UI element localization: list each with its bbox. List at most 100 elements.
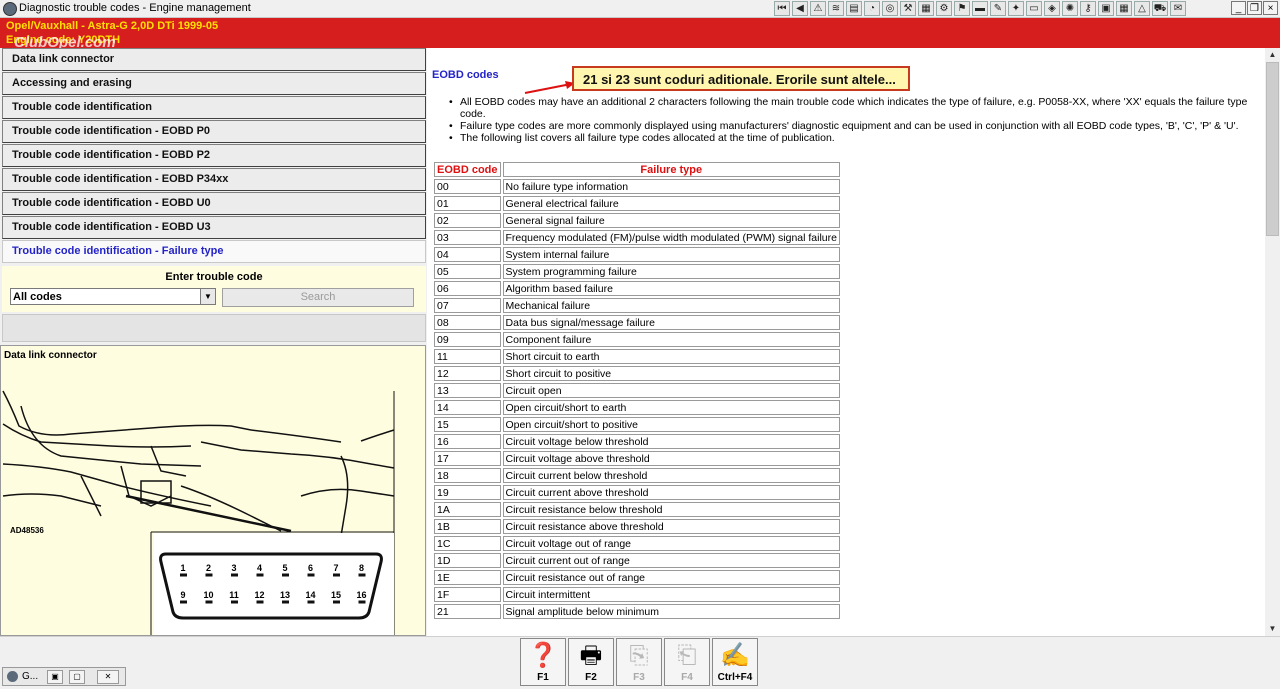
vehicle-info: Opel/Vauxhall - Astra-G 2,0D DTi 1999-05 [6, 20, 219, 32]
lamp-icon[interactable]: ✺ [1062, 1, 1078, 16]
table-row: 04 System internal failure [434, 247, 840, 262]
document-icon[interactable]: ▣ [1098, 1, 1114, 16]
pin-label: 3 [231, 563, 236, 573]
table-row: 00 No failure type information [434, 179, 840, 194]
vehicle-banner: Opel/Vauxhall - Astra-G 2,0D DTi 1999-05… [0, 18, 1280, 51]
pin-label: 4 [257, 563, 262, 573]
nav-item[interactable]: Data link connector [2, 48, 426, 71]
diagram-reference: AD48536 [10, 526, 44, 535]
book-icon[interactable]: ▤ [846, 1, 862, 16]
car-service-icon[interactable]: ◈ [1044, 1, 1060, 16]
cell-failure-type: Mechanical failure [502, 298, 840, 313]
flag-icon[interactable]: ⚑ [954, 1, 970, 16]
cell-failure-type: General electrical failure [502, 196, 840, 211]
minimize-button[interactable]: _ [1231, 1, 1246, 15]
first-icon[interactable]: ⏮ [774, 1, 790, 16]
monitor-icon[interactable]: ▭ [1026, 1, 1042, 16]
triangle-icon[interactable]: △ [1134, 1, 1150, 16]
cell-failure-type: Open circuit/short to positive [502, 417, 840, 432]
maximize-small-icon[interactable]: ▢ [69, 670, 85, 684]
search-button[interactable]: Search [222, 288, 414, 307]
cell-code: 1C [434, 536, 501, 551]
table-row: 1C Circuit voltage out of range [434, 536, 840, 551]
chevron-down-icon[interactable]: ▼ [200, 289, 215, 304]
vehicle-icon[interactable]: ⛟ [1152, 1, 1168, 16]
nav-item[interactable]: Trouble code identification - EOBD P34xx [2, 168, 426, 191]
cell-failure-type: Circuit resistance above threshold [502, 519, 840, 534]
engine-icon[interactable]: ⚙ [936, 1, 952, 16]
tools-icon[interactable]: ⚒ [900, 1, 916, 16]
nav-item[interactable]: Trouble code identification - EOBD P2 [2, 144, 426, 167]
pin-label: 5 [282, 563, 287, 573]
bullet-item: The following list covers all failure ty… [449, 132, 1250, 144]
wiring-icon[interactable]: ≋ [828, 1, 844, 16]
tune-icon[interactable]: ✦ [1008, 1, 1024, 16]
fkey-f4[interactable]: ⎗ F4 [664, 638, 710, 686]
vertical-scrollbar[interactable]: ▲ ▼ [1265, 48, 1280, 636]
cell-code: 1F [434, 587, 501, 602]
fkey-f1[interactable]: ❓ F1 [520, 638, 566, 686]
nav-item[interactable]: Accessing and erasing [2, 72, 426, 95]
nav-item[interactable]: Trouble code identification - Failure ty… [2, 240, 426, 263]
empty-panel [2, 314, 426, 342]
restore-small-icon[interactable]: ▣ [47, 670, 63, 684]
fkey-f2[interactable]: 🖶 F2 [568, 638, 614, 686]
table-row: 21 Signal amplitude below minimum [434, 604, 840, 619]
close-small-icon[interactable]: ✕ [97, 670, 119, 684]
cell-failure-type: Circuit voltage out of range [502, 536, 840, 551]
bullet-item: Failure type codes are more commonly dis… [449, 120, 1250, 132]
table-row: 15 Open circuit/short to positive [434, 417, 840, 432]
calculator-icon[interactable]: ▦ [1116, 1, 1132, 16]
wrench-icon[interactable]: ✎ [990, 1, 1006, 16]
fkey-ctrl-f4[interactable]: ✍ Ctrl+F4 [712, 638, 758, 686]
key-icon[interactable]: ⚷ [1080, 1, 1096, 16]
restore-button[interactable]: ❐ [1247, 1, 1262, 15]
cell-code: 17 [434, 451, 501, 466]
chart-icon[interactable]: ▦ [918, 1, 934, 16]
fkey-label: F4 [681, 672, 693, 683]
cell-failure-type: System internal failure [502, 247, 840, 262]
nav-item[interactable]: Trouble code identification - EOBD U0 [2, 192, 426, 215]
pin-label: 2 [206, 563, 211, 573]
cell-code: 05 [434, 264, 501, 279]
trouble-code-select[interactable]: All codes ▼ [10, 288, 216, 305]
car-icon[interactable]: ▬ [972, 1, 988, 16]
minimized-window[interactable]: G... ▣ ▢ ✕ [2, 667, 126, 686]
close-button[interactable]: × [1263, 1, 1278, 15]
table-row: 07 Mechanical failure [434, 298, 840, 313]
nav-item[interactable]: Trouble code identification [2, 96, 426, 119]
scroll-thumb[interactable] [1266, 62, 1279, 236]
cell-failure-type: Short circuit to positive [502, 366, 840, 381]
cell-failure-type: Component failure [502, 332, 840, 347]
table-row: 09 Component failure [434, 332, 840, 347]
content-pane: EOBD codes 21 si 23 sunt coduri aditiona… [427, 48, 1265, 636]
wheel-icon[interactable]: ◎ [882, 1, 898, 16]
table-row: 18 Circuit current below threshold [434, 468, 840, 483]
scroll-down-icon[interactable]: ▼ [1265, 622, 1280, 636]
function-keys: ❓ F1 🖶 F2 ⎘ F3 ⎗ F4 ✍ Ctrl+F4 [520, 638, 760, 686]
cell-failure-type: Circuit resistance below threshold [502, 502, 840, 517]
pin-label: 13 [280, 590, 290, 600]
copy-icon: ⎘ [629, 642, 649, 669]
cell-code: 1E [434, 570, 501, 585]
cell-failure-type: Short circuit to earth [502, 349, 840, 364]
fkey-label: F3 [633, 672, 645, 683]
nav-item[interactable]: Trouble code identification - EOBD U3 [2, 216, 426, 239]
note-icon[interactable]: ✉ [1170, 1, 1186, 16]
cell-code: 03 [434, 230, 501, 245]
nav-item[interactable]: Trouble code identification - EOBD P0 [2, 120, 426, 143]
cell-code: 02 [434, 213, 501, 228]
fkey-label: F2 [585, 672, 597, 683]
fkey-label: Ctrl+F4 [717, 672, 753, 683]
table-row: 11 Short circuit to earth [434, 349, 840, 364]
fkey-f3[interactable]: ⎘ F3 [616, 638, 662, 686]
gauge-icon[interactable]: ◔ [864, 1, 880, 16]
cell-failure-type: Circuit current above threshold [502, 485, 840, 500]
table-row: 13 Circuit open [434, 383, 840, 398]
section-title: EOBD codes [432, 69, 499, 81]
previous-icon[interactable]: ◀ [792, 1, 808, 16]
warning-icon[interactable]: ⚠ [810, 1, 826, 16]
info-bullets: All EOBD codes may have an additional 2 … [449, 96, 1250, 144]
pin-label: 14 [305, 590, 315, 600]
scroll-up-icon[interactable]: ▲ [1265, 48, 1280, 62]
